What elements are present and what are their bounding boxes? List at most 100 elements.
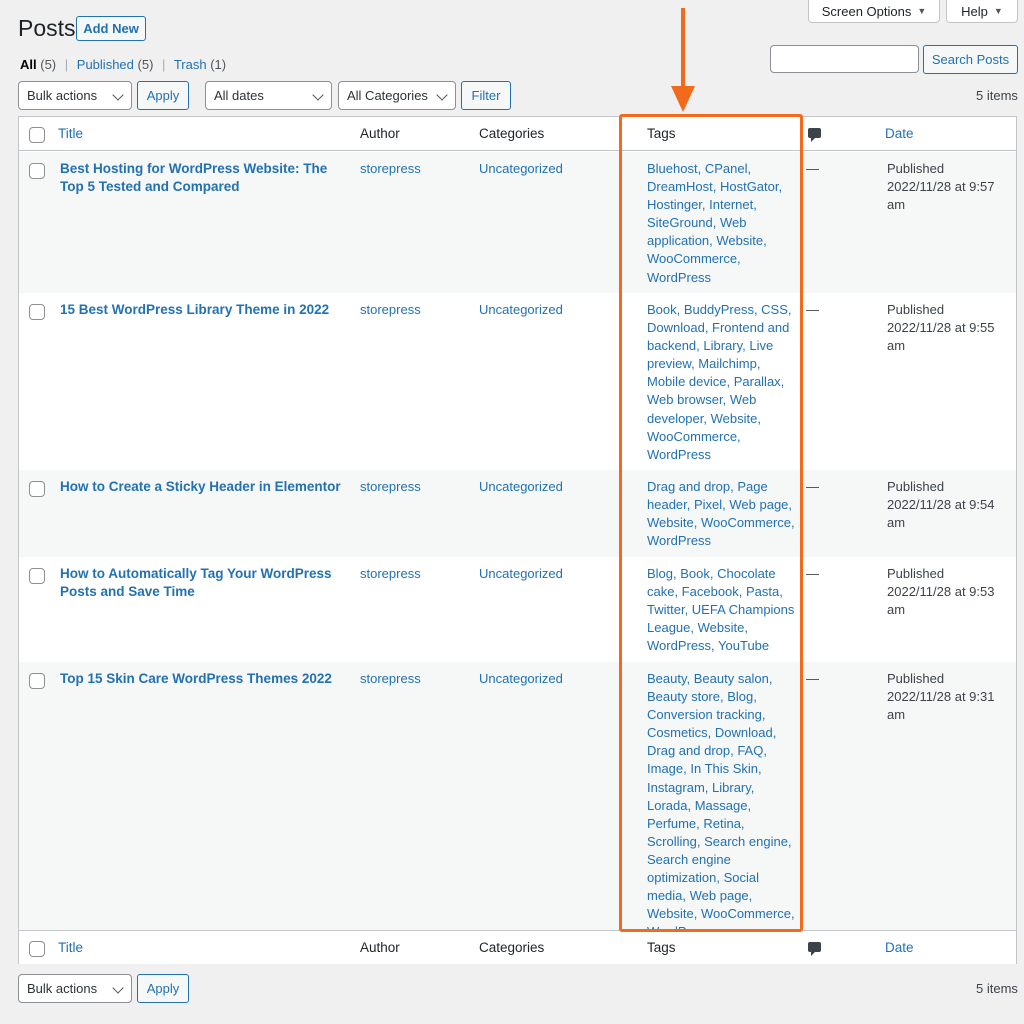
post-title-link[interactable]: How to Create a Sticky Header in Element…	[60, 478, 345, 496]
post-comments: —	[806, 479, 819, 494]
view-published-count: (5)	[137, 57, 154, 72]
apply-button[interactable]: Apply	[137, 81, 189, 110]
comment-icon[interactable]	[808, 942, 821, 956]
row-checkbox[interactable]	[29, 568, 45, 584]
row-checkbox[interactable]	[29, 673, 45, 689]
filter-button[interactable]: Filter	[461, 81, 511, 110]
post-title-link[interactable]: How to Automatically Tag Your WordPress …	[60, 565, 345, 601]
post-author-link[interactable]: storepress	[360, 478, 421, 496]
post-author-link[interactable]: storepress	[360, 301, 421, 319]
table-row: Top 15 Skin Care WordPress Themes 2022 s…	[19, 662, 1016, 939]
page-title: Posts	[18, 15, 76, 41]
post-status-views: All (5) | Published (5) | Trash (1)	[20, 57, 226, 72]
comment-icon[interactable]	[808, 128, 821, 142]
bulk-actions-value: Bulk actions	[27, 88, 98, 103]
select-all-checkbox[interactable]	[29, 127, 45, 143]
post-category-link[interactable]: Uncategorized	[479, 301, 563, 319]
select-all-checkbox[interactable]	[29, 941, 45, 957]
table-row: 15 Best WordPress Library Theme in 2022 …	[19, 293, 1016, 470]
annotation-arrow-head	[671, 86, 695, 112]
post-date-value: 2022/11/28 at 9:54 am	[887, 497, 995, 531]
column-date[interactable]: Date	[885, 940, 914, 955]
column-tags: Tags	[647, 126, 676, 141]
post-date: Published 2022/11/28 at 9:57 am	[887, 160, 1002, 214]
bulk-actions-select[interactable]: Bulk actions	[18, 974, 132, 1003]
post-date-value: 2022/11/28 at 9:53 am	[887, 584, 995, 618]
chevron-down-icon	[112, 89, 124, 101]
screen-options-tab[interactable]: Screen Options ▼	[808, 0, 940, 23]
posts-table: Title Author Categories Tags Date Best H…	[18, 116, 1017, 964]
help-label: Help	[961, 3, 988, 19]
caret-down-icon: ▼	[917, 6, 927, 16]
table-row: How to Automatically Tag Your WordPress …	[19, 557, 1016, 662]
column-title[interactable]: Title	[58, 126, 83, 141]
post-comments: —	[806, 671, 819, 686]
post-date: Published 2022/11/28 at 9:53 am	[887, 565, 1002, 619]
post-status: Published	[887, 161, 945, 176]
row-checkbox[interactable]	[29, 481, 45, 497]
post-author-link[interactable]: storepress	[360, 670, 421, 688]
column-date[interactable]: Date	[885, 126, 914, 141]
post-category-link[interactable]: Uncategorized	[479, 565, 563, 583]
date-filter-select[interactable]: All dates	[205, 81, 332, 110]
post-date: Published 2022/11/28 at 9:55 am	[887, 301, 1002, 355]
view-trash-count: (1)	[210, 57, 227, 72]
post-date: Published 2022/11/28 at 9:54 am	[887, 478, 1002, 532]
table-header: Title Author Categories Tags Date	[19, 117, 1016, 151]
post-status: Published	[887, 479, 945, 494]
post-status: Published	[887, 302, 945, 317]
search-posts-button[interactable]: Search Posts	[923, 45, 1018, 74]
post-tags[interactable]: Drag and drop, Page header, Pixel, Web p…	[647, 478, 799, 550]
table-row: How to Create a Sticky Header in Element…	[19, 470, 1016, 557]
view-trash[interactable]: Trash	[174, 57, 207, 72]
post-status: Published	[887, 566, 945, 581]
post-comments: —	[806, 161, 819, 176]
search-input[interactable]	[770, 45, 919, 73]
post-tags[interactable]: Beauty, Beauty salon, Beauty store, Blog…	[647, 670, 799, 941]
chevron-down-icon	[112, 982, 124, 994]
post-author-link[interactable]: storepress	[360, 565, 421, 583]
post-tags[interactable]: Book, BuddyPress, CSS, Download, Fronten…	[647, 301, 799, 464]
post-author-link[interactable]: storepress	[360, 160, 421, 178]
view-published[interactable]: Published	[77, 57, 134, 72]
post-comments: —	[806, 566, 819, 581]
post-title-link[interactable]: Top 15 Skin Care WordPress Themes 2022	[60, 670, 345, 688]
post-category-link[interactable]: Uncategorized	[479, 160, 563, 178]
column-title[interactable]: Title	[58, 940, 83, 955]
caret-down-icon: ▼	[993, 6, 1003, 16]
post-category-link[interactable]: Uncategorized	[479, 670, 563, 688]
table-row: Best Hosting for WordPress Website: The …	[19, 152, 1016, 293]
post-tags[interactable]: Bluehost, CPanel, DreamHost, HostGator, …	[647, 160, 799, 287]
annotation-arrow-shaft	[681, 8, 685, 88]
items-count: 5 items	[976, 981, 1018, 996]
chevron-down-icon	[312, 89, 324, 101]
bulk-actions-value: Bulk actions	[27, 981, 98, 996]
post-category-link[interactable]: Uncategorized	[479, 478, 563, 496]
date-filter-value: All dates	[214, 88, 264, 103]
post-status: Published	[887, 671, 945, 686]
column-author: Author	[360, 940, 400, 955]
row-checkbox[interactable]	[29, 163, 45, 179]
apply-button[interactable]: Apply	[137, 974, 189, 1003]
column-author: Author	[360, 126, 400, 141]
bulk-actions-select[interactable]: Bulk actions	[18, 81, 132, 110]
view-all[interactable]: All	[20, 57, 37, 72]
help-tab[interactable]: Help ▼	[946, 0, 1018, 23]
category-filter-value: All Categories	[347, 88, 428, 103]
view-all-count: (5)	[40, 57, 57, 72]
post-date-value: 2022/11/28 at 9:31 am	[887, 689, 995, 723]
post-title-link[interactable]: Best Hosting for WordPress Website: The …	[60, 160, 345, 196]
post-title-link[interactable]: 15 Best WordPress Library Theme in 2022	[60, 301, 345, 319]
post-date: Published 2022/11/28 at 9:31 am	[887, 670, 1002, 724]
items-count: 5 items	[976, 88, 1018, 103]
category-filter-select[interactable]: All Categories	[338, 81, 456, 110]
view-separator: |	[64, 57, 69, 72]
column-categories: Categories	[479, 940, 545, 955]
post-tags[interactable]: Blog, Book, Chocolate cake, Facebook, Pa…	[647, 565, 799, 655]
column-categories: Categories	[479, 126, 545, 141]
post-date-value: 2022/11/28 at 9:55 am	[887, 320, 995, 354]
post-comments: —	[806, 302, 819, 317]
row-checkbox[interactable]	[29, 304, 45, 320]
add-new-button[interactable]: Add New	[76, 16, 146, 41]
view-separator: |	[162, 57, 166, 72]
